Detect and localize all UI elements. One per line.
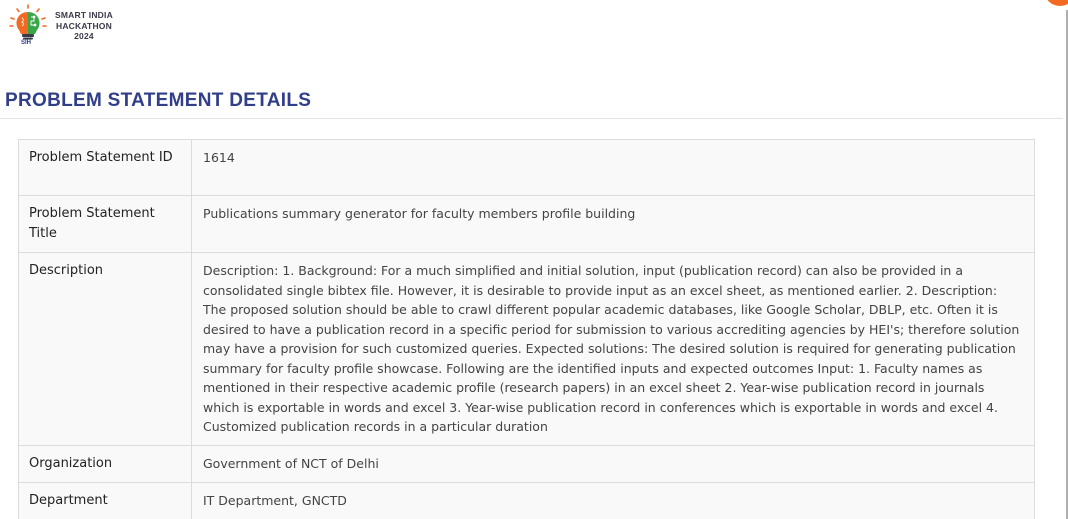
logo-line: HACKATHON — [55, 20, 112, 31]
title-value: Publications summary generator for facul… — [191, 195, 1035, 253]
table-row: Organization Government of NCT of Delhi — [18, 445, 1035, 483]
site-header: SIH SMART INDIA HACKATHON 2024 — [0, 0, 1068, 50]
title-label: Problem Statement Title — [18, 195, 192, 253]
page-title: PROBLEM STATEMENT DETAILS — [5, 90, 312, 111]
id-label: Problem Statement ID — [18, 139, 192, 196]
menu-toggle-button[interactable] — [1044, 0, 1068, 6]
logo-badge: SIH — [21, 40, 32, 46]
logo-wordmark: SMART INDIA HACKATHON 2024 — [55, 10, 113, 42]
table-row: Department IT Department, GNCTD — [18, 482, 1035, 519]
description-value: Description: 1. Background: For a much s… — [191, 252, 1035, 446]
table-row: Problem Statement Title Publications sum… — [18, 195, 1035, 253]
table-row: Problem Statement ID 1614 — [18, 139, 1035, 196]
divider — [0, 118, 1063, 119]
description-label: Description — [18, 252, 192, 446]
page: SIH SMART INDIA HACKATHON 2024 PROBLEM S… — [0, 0, 1068, 519]
logo-line: SMART INDIA — [55, 10, 113, 20]
sih-logo[interactable]: SIH — [6, 4, 50, 48]
organization-label: Organization — [18, 445, 192, 483]
id-value: 1614 — [191, 139, 1035, 196]
organization-value: Government of NCT of Delhi — [191, 445, 1035, 483]
logo-line: 2024 — [74, 31, 94, 41]
table-row: Description Description: 1. Background: … — [18, 252, 1035, 446]
department-label: Department — [18, 482, 192, 519]
problem-details-table: Problem Statement ID 1614 Problem Statem… — [18, 139, 1035, 519]
department-value: IT Department, GNCTD — [191, 482, 1035, 519]
